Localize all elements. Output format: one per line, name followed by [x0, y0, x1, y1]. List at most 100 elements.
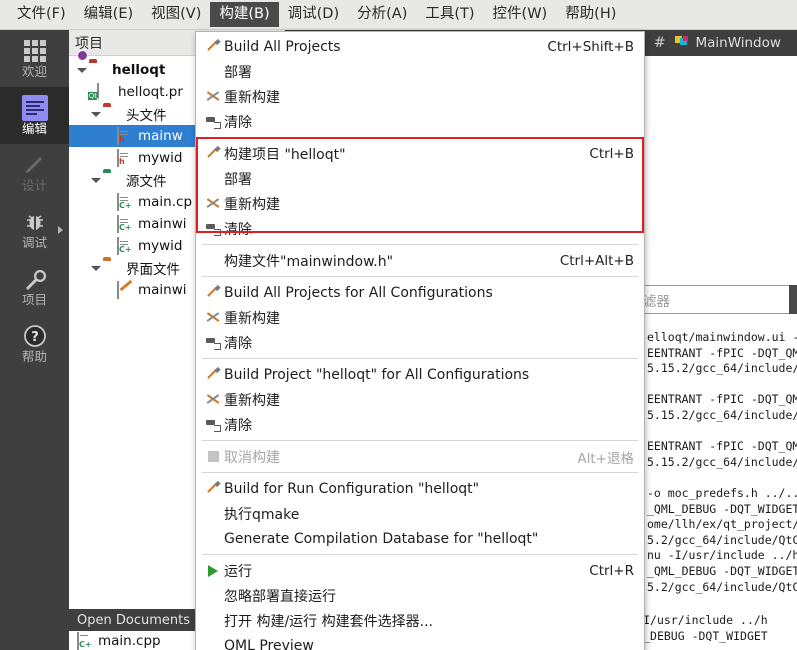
menu-item-label: 取消构建: [224, 449, 280, 466]
filter-input[interactable]: 滤器: [637, 285, 797, 314]
hammer-icon: [207, 286, 220, 299]
menu-item-open-build-run-kit-selector[interactable]: 打开 构建/运行 构建套件选择器...: [196, 608, 644, 633]
menu-item-label: 忽略部署直接运行: [224, 588, 336, 605]
menu-item-build-project-helloqt[interactable]: 构建项目 "helloqt" Ctrl+B: [196, 141, 644, 166]
menu-item-label: 构建项目 "helloqt": [224, 146, 346, 163]
tree-label: helloqt: [112, 62, 166, 78]
mode-button-design[interactable]: 设计: [0, 144, 69, 201]
menu-item-deploy-project[interactable]: 部署: [196, 166, 644, 191]
tree-label: main.cp: [138, 194, 193, 210]
cpp-file-icon: C+: [115, 237, 134, 255]
menu-bar: 文件(F) 编辑(E) 视图(V) 构建(B) 调试(D) 分析(A) 工具(T…: [0, 0, 797, 30]
menu-item-build-for-run-configuration[interactable]: Build for Run Configuration "helloqt": [196, 476, 644, 501]
menu-item-clean-all[interactable]: 清除: [196, 109, 644, 134]
cpp-file-icon: C+: [75, 631, 94, 650]
menu-item-icon: [202, 564, 224, 577]
menu-item-build-project-all-configs[interactable]: Build Project "helloqt" for All Configur…: [196, 362, 644, 387]
editor-tab-label-mainwindow[interactable]: MainWindow: [695, 35, 780, 51]
menubar-item-tools[interactable]: 工具(T): [416, 2, 483, 28]
hammer-icon: [207, 147, 220, 160]
clean-icon: [206, 418, 221, 432]
menu-item-run-without-deployment[interactable]: 忽略部署直接运行: [196, 583, 644, 608]
header-file-icon: h: [115, 127, 134, 145]
menu-item-clean-all-configs[interactable]: 清除: [196, 330, 644, 355]
menubar-item-file[interactable]: 文件(F): [8, 2, 75, 28]
menu-item-shortcut: Alt+退格: [577, 450, 634, 467]
menu-item-label: 运行: [224, 563, 252, 580]
menu-item-shortcut: Ctrl+Shift+B: [547, 38, 634, 55]
menu-item-label: Build All Projects for All Configuration…: [224, 284, 493, 301]
twisty-icon[interactable]: [89, 103, 103, 125]
clean-icon: [206, 115, 221, 129]
menu-item-clean-project[interactable]: 清除: [196, 216, 644, 241]
menu-item-label: 重新构建: [224, 89, 280, 106]
menubar-item-help[interactable]: 帮助(H): [556, 2, 625, 28]
menu-item-label: 重新构建: [224, 310, 280, 327]
menu-item-build-all-projects-all-configs[interactable]: Build All Projects for All Configuration…: [196, 280, 644, 305]
twisty-icon[interactable]: [75, 59, 89, 81]
menu-item-run-qmake[interactable]: 执行qmake: [196, 501, 644, 526]
menu-item-label: 重新构建: [224, 392, 280, 409]
svg-text:?: ?: [31, 330, 39, 345]
menu-item-cancel-build: 取消构建 Alt+退格: [196, 444, 644, 469]
menu-item-label: 重新构建: [224, 196, 280, 213]
menubar-item-widgets[interactable]: 控件(W): [484, 2, 557, 28]
cpp-file-icon: C+: [115, 215, 134, 233]
play-icon: [208, 564, 218, 577]
menu-item-label: QML Preview: [224, 637, 314, 650]
open-document-label: main.cpp: [98, 632, 161, 649]
rebuild-icon: [206, 311, 220, 324]
rebuild-icon: [206, 393, 220, 406]
menu-item-build-file-mainwindow-h[interactable]: 构建文件"mainwindow.h" Ctrl+Alt+B: [196, 248, 644, 273]
compile-output-right: elloqt/mainwindow.ui - EENTRANT -fPIC -D…: [645, 330, 797, 650]
rebuild-icon: [206, 90, 220, 103]
menu-item-build-all-projects[interactable]: Build All Projects Ctrl+Shift+B: [196, 34, 644, 59]
menu-item-rebuild-project-all-configs[interactable]: 重新构建: [196, 387, 644, 412]
twisty-icon[interactable]: [89, 257, 103, 279]
menu-separator: [202, 137, 638, 138]
build-menu-popup: Build All Projects Ctrl+Shift+B 部署 重新构建 清除 构建…: [195, 31, 645, 650]
mode-label-welcome: 欢迎: [21, 64, 47, 80]
menu-item-icon: [202, 368, 224, 381]
menu-item-rebuild-all-configs[interactable]: 重新构建: [196, 305, 644, 330]
menubar-item-view[interactable]: 视图(V): [142, 2, 210, 28]
hammer-icon: [207, 482, 220, 495]
panel-collapse-handle[interactable]: [789, 285, 797, 314]
mode-button-edit[interactable]: 编辑: [0, 87, 69, 144]
menu-item-shortcut: Ctrl+Alt+B: [559, 252, 634, 269]
twisty-icon[interactable]: [89, 169, 103, 191]
mode-button-help[interactable]: ? 帮助: [0, 315, 69, 372]
menu-item-generate-compilation-database[interactable]: Generate Compilation Database for "hello…: [196, 526, 644, 551]
mode-label-debug: 调试: [21, 235, 47, 251]
tree-label: 头文件: [126, 108, 167, 124]
menu-item-icon: [202, 147, 224, 160]
menubar-item-build[interactable]: 构建(B): [210, 1, 279, 28]
mode-button-debug[interactable]: 调试: [0, 201, 69, 258]
menu-item-label: 清除: [224, 221, 252, 238]
stop-icon: [207, 451, 219, 462]
header-file-icon: h: [115, 149, 134, 167]
menu-item-deploy-all[interactable]: 部署: [196, 59, 644, 84]
mode-button-projects[interactable]: 项目: [0, 258, 69, 315]
menu-item-label: 清除: [224, 335, 252, 352]
menu-item-run[interactable]: 运行 Ctrl+R: [196, 558, 644, 583]
menubar-item-debug[interactable]: 调试(D): [279, 2, 348, 28]
question-circle-icon: ?: [23, 323, 47, 349]
menu-item-icon: [202, 482, 224, 495]
menu-item-rebuild-all[interactable]: 重新构建: [196, 84, 644, 109]
menu-separator: [202, 472, 638, 473]
tree-label: mywid: [138, 150, 183, 166]
split-icon[interactable]: #: [654, 35, 666, 51]
menubar-item-analyze[interactable]: 分析(A): [348, 2, 416, 28]
menu-item-qml-preview[interactable]: QML Preview: [196, 633, 644, 650]
menu-item-icon: [202, 115, 224, 129]
menu-item-clean-project-all-configs[interactable]: 清除: [196, 412, 644, 437]
tree-label: helloqt.pr: [118, 84, 183, 100]
mode-selector-bar: 欢迎 编辑 设计 调试 项目 ? 帮助: [0, 30, 69, 650]
folder-h-icon: h: [96, 97, 102, 106]
menubar-item-edit[interactable]: 编辑(E): [75, 2, 142, 28]
menu-item-label: 部署: [224, 64, 252, 81]
menu-item-rebuild-project[interactable]: 重新构建: [196, 191, 644, 216]
qt-designer-icon: [675, 36, 690, 50]
mode-button-welcome[interactable]: 欢迎: [0, 30, 69, 87]
